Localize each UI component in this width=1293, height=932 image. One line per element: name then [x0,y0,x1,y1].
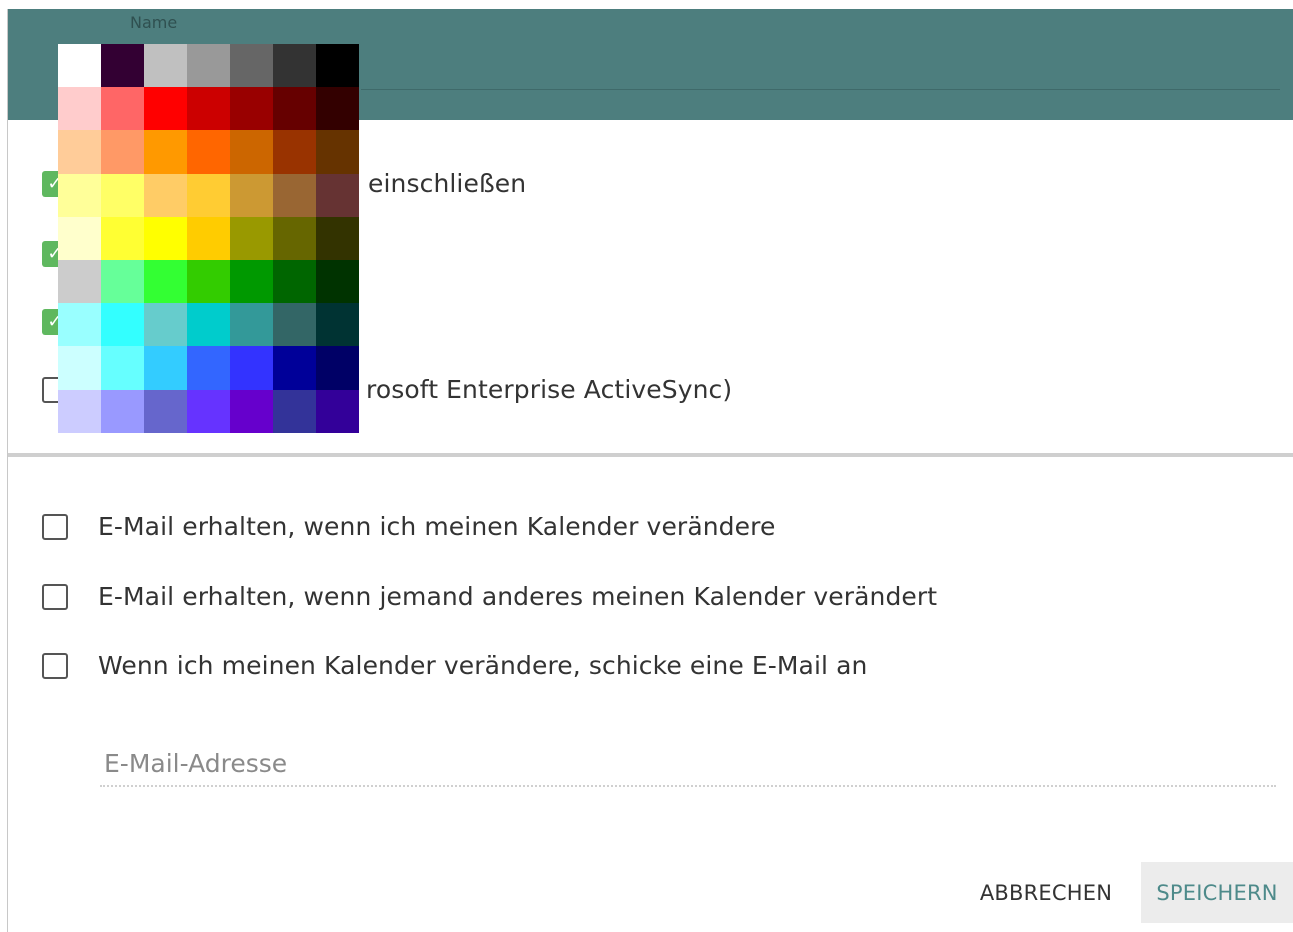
color-swatch[interactable] [316,216,359,260]
color-swatch[interactable] [187,87,230,131]
notify-other-change-row[interactable]: E-Mail erhalten, wenn jemand anderes mei… [42,582,937,611]
notify-own-change-label: E-Mail erhalten, wenn ich meinen Kalende… [98,512,776,541]
color-swatch[interactable] [144,346,187,390]
color-picker-palette [58,44,359,433]
color-swatch[interactable] [144,44,187,88]
color-swatch[interactable] [187,259,230,304]
color-swatch[interactable] [187,389,230,433]
color-swatch[interactable] [273,173,316,217]
color-swatch[interactable] [101,346,144,390]
color-swatch[interactable] [316,303,359,347]
color-swatch[interactable] [101,87,144,131]
color-swatch[interactable] [273,44,316,88]
color-swatch[interactable] [144,389,187,433]
name-field-input[interactable] [361,89,1280,90]
color-swatch[interactable] [230,346,273,390]
color-swatch[interactable] [58,216,101,260]
color-swatch[interactable] [58,44,101,88]
color-swatch[interactable] [144,303,187,347]
color-swatch[interactable] [187,216,230,260]
email-address-input[interactable] [100,741,1276,787]
color-swatch[interactable] [187,346,230,390]
send-email-label: Wenn ich meinen Kalender verändere, schi… [98,651,868,680]
color-swatch[interactable] [101,259,144,304]
color-swatch[interactable] [187,44,230,88]
color-swatch[interactable] [230,389,273,433]
color-swatch[interactable] [230,130,273,174]
color-swatch[interactable] [144,173,187,217]
color-swatch[interactable] [316,346,359,390]
cancel-button[interactable]: ABBRECHEN [968,862,1124,923]
notify-other-change-checkbox[interactable] [42,583,68,610]
send-email-row[interactable]: Wenn ich meinen Kalender verändere, schi… [42,651,867,680]
color-swatch[interactable] [58,259,101,304]
color-swatch[interactable] [101,389,144,433]
color-swatch[interactable] [144,259,187,304]
save-button[interactable]: SPEICHERN [1141,862,1293,923]
color-swatch[interactable] [316,173,359,217]
color-swatch[interactable] [273,87,316,131]
color-swatch[interactable] [144,216,187,260]
color-swatch[interactable] [230,44,273,88]
color-swatch[interactable] [273,130,316,174]
color-swatch[interactable] [230,173,273,217]
color-swatch[interactable] [316,87,359,131]
color-swatch[interactable] [273,216,316,260]
notify-own-change-row[interactable]: E-Mail erhalten, wenn ich meinen Kalende… [42,512,775,541]
color-swatch[interactable] [101,130,144,174]
notify-own-change-checkbox[interactable] [42,513,68,540]
color-swatch[interactable] [58,130,101,174]
color-swatch[interactable] [58,346,101,390]
color-swatch[interactable] [101,216,144,260]
color-swatch[interactable] [144,87,187,131]
include-option-label: einschließen [368,169,527,198]
color-swatch[interactable] [187,173,230,217]
color-swatch[interactable] [230,303,273,347]
color-swatch[interactable] [273,389,316,433]
color-swatch[interactable] [187,130,230,174]
send-email-checkbox[interactable] [42,652,68,679]
activesync-option-label: rosoft Enterprise ActiveSync) [366,375,733,404]
color-swatch[interactable] [273,259,316,304]
color-swatch[interactable] [316,44,359,88]
color-swatch[interactable] [316,259,359,304]
color-swatch[interactable] [58,87,101,131]
color-swatch[interactable] [101,44,144,88]
name-field-label: Name [130,13,178,32]
color-swatch[interactable] [273,303,316,347]
color-swatch[interactable] [230,216,273,260]
color-swatch[interactable] [273,346,316,390]
color-swatch[interactable] [316,130,359,174]
color-swatch[interactable] [58,173,101,217]
color-swatch[interactable] [58,389,101,433]
color-swatch[interactable] [101,303,144,347]
color-swatch[interactable] [187,303,230,347]
color-swatch[interactable] [230,259,273,304]
color-swatch[interactable] [316,389,359,433]
color-swatch[interactable] [230,87,273,131]
color-swatch[interactable] [58,303,101,347]
color-swatch[interactable] [144,130,187,174]
section-divider [8,453,1293,457]
notify-other-change-label: E-Mail erhalten, wenn jemand anderes mei… [98,582,938,611]
color-swatch[interactable] [101,173,144,217]
